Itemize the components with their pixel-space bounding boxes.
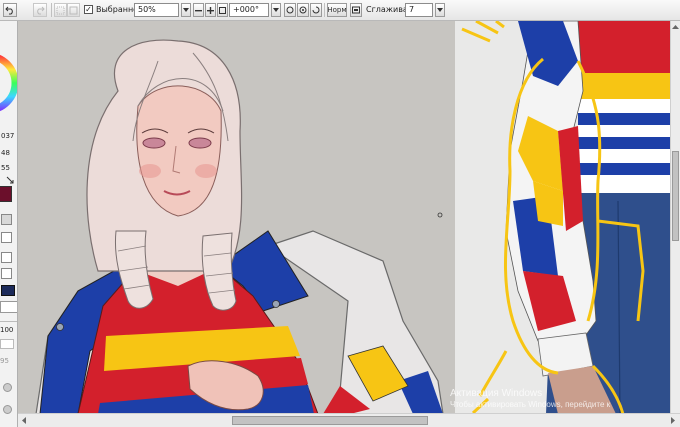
scroll-up-arrow-icon[interactable] [672, 23, 679, 29]
windows-activation-watermark: Активация Windows Чтобы активировать Win… [450, 388, 610, 410]
horizontal-scrollbar[interactable] [18, 413, 680, 427]
color-value-g: 48 [1, 149, 10, 157]
main-color-swatch[interactable] [0, 186, 12, 202]
watermark-title: Активация Windows [450, 388, 543, 399]
color-value-b: 55 [1, 164, 10, 172]
zoom-field[interactable]: 50% [134, 3, 179, 17]
rotate-reset-button[interactable] [297, 3, 309, 17]
rotate-left-button[interactable] [284, 3, 296, 17]
smoothing-field[interactable]: 7 [405, 3, 433, 17]
drawing-canvas[interactable] [18, 21, 680, 414]
selection-checkbox[interactable]: ✓ [84, 5, 93, 14]
smoothing-dropdown-button[interactable] [435, 3, 445, 17]
scroll-left-arrow-icon[interactable] [21, 417, 27, 424]
rotate-left-icon [286, 6, 294, 14]
invert-selection-icon [69, 6, 78, 14]
stabilizer-icon [352, 6, 360, 14]
rotate-right-icon [312, 6, 320, 14]
invert-selection-button[interactable] [67, 3, 80, 17]
rotate-reset-icon [299, 6, 307, 14]
top-toolbar: ✓ Выбранное 50% +000° Норм Сглаживание 7 [0, 0, 680, 21]
panel-divider [0, 321, 17, 322]
brush-density-value[interactable]: 95 [0, 357, 9, 365]
left-tool-panel: 037 48 55 100 95 [0, 21, 18, 427]
blend-mode-button[interactable]: Норм [327, 3, 347, 17]
deselect-icon [56, 6, 65, 14]
rotation-field[interactable]: +000° [229, 3, 269, 17]
brush-option-field[interactable] [0, 301, 17, 313]
zoom-in-button[interactable] [205, 3, 216, 17]
rotate-right-button[interactable] [310, 3, 322, 17]
chevron-down-icon [437, 8, 443, 12]
swatch-white-3[interactable] [1, 268, 12, 279]
color-value-r: 037 [1, 132, 15, 140]
zoom-fit-button[interactable] [217, 3, 228, 17]
horizontal-scroll-thumb[interactable] [232, 416, 428, 425]
chevron-down-icon [273, 8, 279, 12]
zoom-dropdown-button[interactable] [181, 3, 191, 17]
transparent-swatch[interactable] [1, 214, 12, 225]
deselect-button[interactable] [54, 3, 67, 17]
watermark-subtitle: Чтобы активировать Windows, перейдите к [450, 400, 611, 409]
scroll-right-arrow-icon[interactable] [670, 417, 676, 424]
brush-shape-box[interactable] [0, 339, 14, 349]
swatch-navy[interactable] [1, 285, 15, 296]
rotation-dropdown-button[interactable] [271, 3, 281, 17]
redo-button[interactable] [33, 3, 47, 17]
brush-tip-icon[interactable] [3, 383, 12, 392]
toolbar-separator [51, 3, 52, 17]
swatch-white[interactable] [1, 232, 12, 243]
vertical-scroll-thumb[interactable] [672, 151, 679, 241]
artwork [35, 21, 680, 414]
swap-colors-icon[interactable] [6, 176, 14, 184]
redo-icon [37, 6, 45, 15]
fit-icon [219, 6, 226, 14]
toolbar-separator [324, 3, 325, 17]
swatch-white-2[interactable] [1, 252, 12, 263]
minus-icon [195, 9, 202, 11]
undo-button[interactable] [3, 3, 17, 17]
zoom-out-button[interactable] [193, 3, 204, 17]
color-wheel[interactable] [0, 39, 18, 129]
brush-tip-icon-2[interactable] [3, 405, 12, 414]
undo-icon [5, 6, 13, 15]
stabilizer-toggle-button[interactable] [350, 3, 362, 17]
plus-icon [207, 6, 214, 14]
vertical-scrollbar[interactable] [670, 21, 680, 413]
chevron-down-icon [183, 8, 189, 12]
brush-size-value[interactable]: 100 [0, 326, 13, 334]
